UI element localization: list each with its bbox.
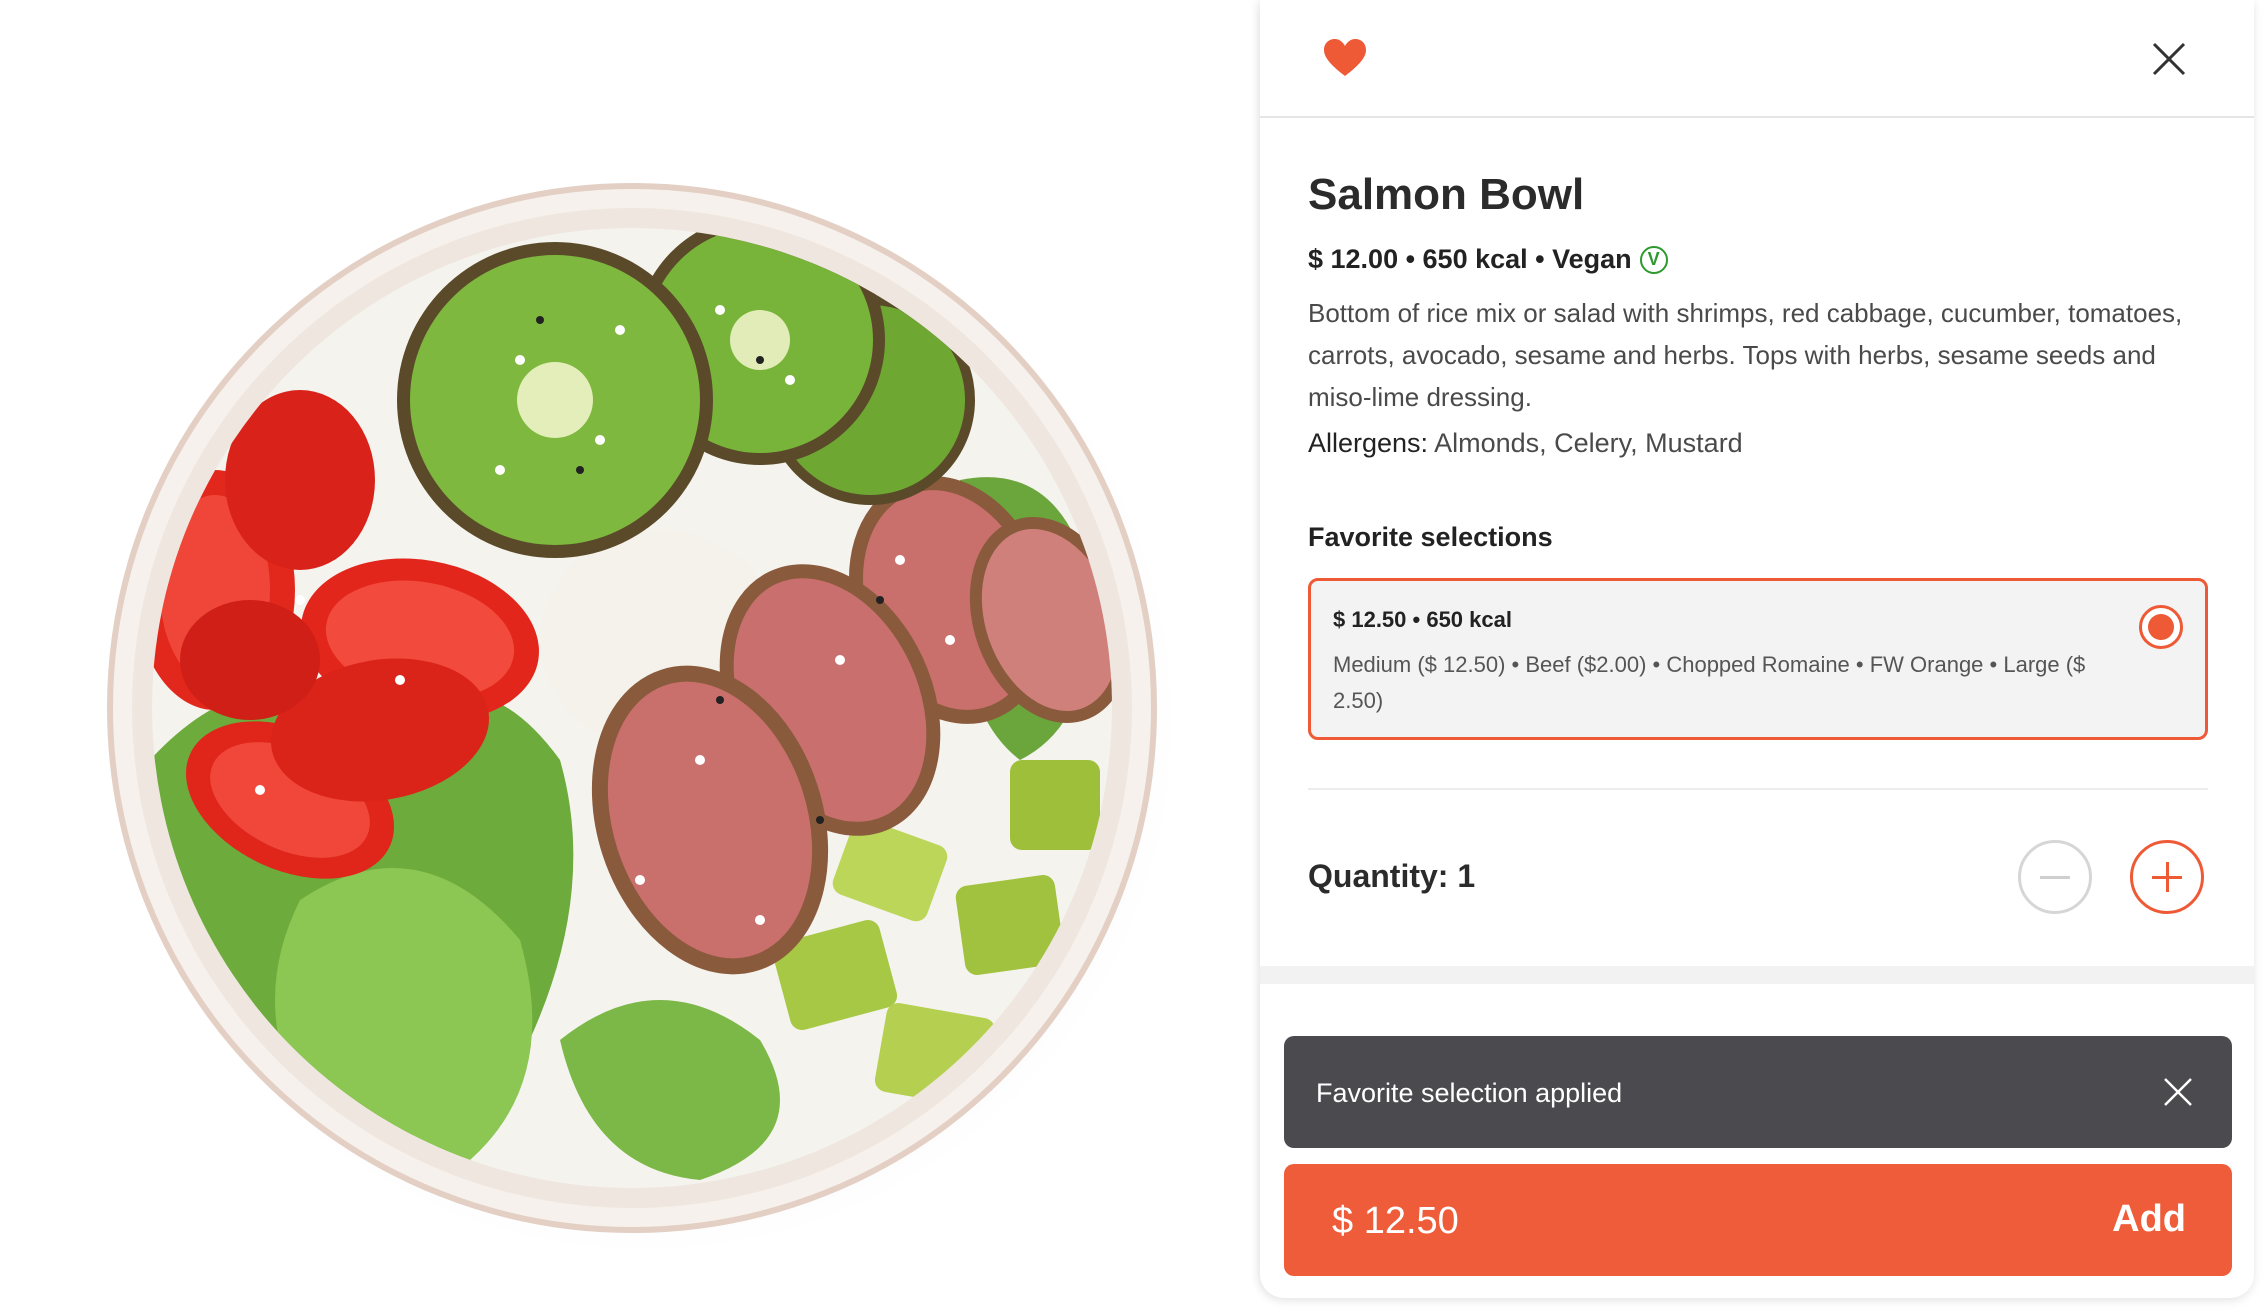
product-image [0, 0, 1260, 1312]
toast-message: Favorite selection applied [1316, 1078, 1623, 1108]
minus-icon [2040, 876, 2070, 879]
panel-header [1260, 0, 2254, 118]
add-to-cart-label: Add [2112, 1198, 2186, 1240]
quantity-increase-button[interactable] [2130, 840, 2204, 914]
allergens: Allergens: Almonds, Celery, Mustard [1308, 428, 1743, 459]
favorite-selection-options: Medium ($ 12.50) • Beef ($2.00) • Choppe… [1333, 652, 2086, 713]
heart-icon[interactable] [1322, 38, 1368, 78]
add-to-cart-button[interactable]: $ 12.50 Add [1284, 1164, 2232, 1276]
product-detail-panel: Salmon Bowl $ 12.00 • 650 kcal • Vegan V… [1260, 0, 2254, 1298]
toast-notification: Favorite selection applied [1284, 1036, 2232, 1148]
close-icon[interactable] [2150, 40, 2188, 78]
section-separator [1260, 966, 2254, 984]
toast-close-icon[interactable] [2162, 1076, 2194, 1108]
favorite-selection-price: $ 12.50 • 650 kcal [1333, 607, 1512, 632]
product-title: Salmon Bowl [1308, 170, 1585, 219]
quantity-label: Quantity: 1 [1308, 858, 1476, 894]
favorite-selection-radio[interactable] [2139, 605, 2183, 649]
allergens-label: Allergens: [1308, 428, 1429, 458]
favorite-selections-heading: Favorite selections [1308, 522, 1553, 552]
product-meta: $ 12.00 • 650 kcal • Vegan V [1308, 244, 1668, 275]
product-meta-text: $ 12.00 • 650 kcal • Vegan [1308, 244, 1632, 274]
divider [1308, 788, 2208, 790]
favorite-selection-card[interactable]: $ 12.50 • 650 kcal Medium ($ 12.50) • Be… [1308, 578, 2208, 740]
add-to-cart-price: $ 12.50 [1332, 1200, 1459, 1242]
product-description: Bottom of rice mix or salad with shrimps… [1308, 298, 2183, 412]
allergens-list: Almonds, Celery, Mustard [1434, 428, 1743, 458]
quantity-decrease-button[interactable] [2018, 840, 2092, 914]
vegan-icon: V [1639, 245, 1668, 274]
